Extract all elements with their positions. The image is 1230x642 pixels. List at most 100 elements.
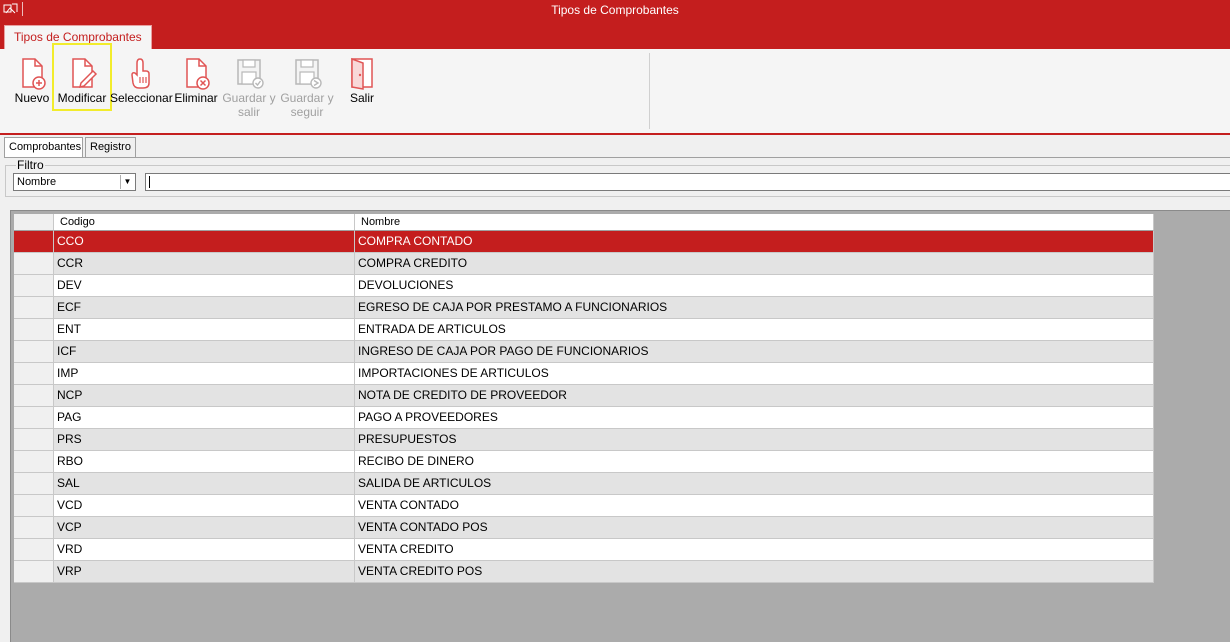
cell-code[interactable]: VCP	[54, 517, 355, 539]
table-row[interactable]: SAL SALIDA DE ARTICULOS	[14, 473, 1154, 495]
table-row[interactable]: CCO COMPRA CONTADO	[14, 231, 1154, 253]
select-button[interactable]: Seleccionar	[110, 53, 173, 123]
filter-search-input[interactable]	[145, 173, 1230, 191]
cell-code[interactable]: ICF	[54, 341, 355, 363]
column-header-code[interactable]: Codigo	[54, 214, 355, 231]
table-row[interactable]: ENT ENTRADA DE ARTICULOS	[14, 319, 1154, 341]
ribbon-group-separator	[649, 53, 650, 129]
table-row[interactable]: VRD VENTA CREDITO	[14, 539, 1154, 561]
row-selector[interactable]	[14, 363, 54, 385]
row-selector[interactable]	[14, 429, 54, 451]
cell-name[interactable]: PAGO A PROVEEDORES	[355, 407, 1154, 429]
table-row[interactable]: CCR COMPRA CREDITO	[14, 253, 1154, 275]
cell-code[interactable]: VRP	[54, 561, 355, 583]
cell-name[interactable]: EGRESO DE CAJA POR PRESTAMO A FUNCIONARI…	[355, 297, 1154, 319]
delete-button[interactable]: Eliminar	[174, 53, 218, 123]
save-continue-button[interactable]: Guardar y seguir	[280, 53, 334, 123]
tab-registro[interactable]: Registro	[85, 137, 136, 157]
exit-label: Salir	[349, 91, 374, 105]
exit-button[interactable]: Salir	[344, 53, 380, 123]
cell-code[interactable]: PAG	[54, 407, 355, 429]
select-label: Seleccionar	[110, 91, 173, 105]
cell-name[interactable]: DEVOLUCIONES	[355, 275, 1154, 297]
save-continue-label-2: seguir	[290, 105, 324, 119]
row-selector[interactable]	[14, 407, 54, 429]
row-selector[interactable]	[14, 495, 54, 517]
text-caret	[149, 176, 150, 188]
new-document-icon	[22, 58, 46, 90]
cell-name[interactable]: ENTRADA DE ARTICULOS	[355, 319, 1154, 341]
cell-code[interactable]: PRS	[54, 429, 355, 451]
row-selector[interactable]	[14, 385, 54, 407]
save-continue-disk-icon	[295, 59, 322, 89]
row-selector[interactable]	[14, 297, 54, 319]
row-selector[interactable]	[14, 517, 54, 539]
title-bar: Tipos de Comprobantes	[0, 0, 1230, 20]
row-selector[interactable]	[14, 275, 54, 297]
cell-name[interactable]: NOTA DE CREDITO DE PROVEEDOR	[355, 385, 1154, 407]
filter-legend: Filtro	[16, 158, 45, 172]
row-selector[interactable]	[14, 253, 54, 275]
filter-group: Filtro Nombre ▼	[5, 158, 1230, 197]
hand-pointer-icon	[131, 58, 150, 89]
save-exit-button[interactable]: Guardar y salir	[222, 53, 276, 123]
modify-label: Modificar	[57, 91, 107, 105]
cell-code[interactable]: ENT	[54, 319, 355, 341]
delete-document-icon	[186, 58, 210, 90]
new-button[interactable]: Nuevo	[12, 53, 52, 123]
table-row[interactable]: ECF EGRESO DE CAJA POR PRESTAMO A FUNCION…	[14, 297, 1154, 319]
table-row[interactable]: VCP VENTA CONTADO POS	[14, 517, 1154, 539]
cell-name[interactable]: COMPRA CONTADO	[355, 231, 1154, 253]
dropdown-arrow-icon[interactable]: ▼	[120, 175, 134, 189]
table-row[interactable]: PAG PAGO A PROVEEDORES	[14, 407, 1154, 429]
modify-button[interactable]: Modificar	[52, 43, 112, 111]
column-header-name[interactable]: Nombre	[355, 214, 1154, 231]
new-label: Nuevo	[14, 91, 50, 105]
table-row[interactable]: DEV DEVOLUCIONES	[14, 275, 1154, 297]
cell-code[interactable]: IMP	[54, 363, 355, 385]
save-exit-label-1: Guardar y	[222, 91, 276, 105]
cell-name[interactable]: VENTA CONTADO	[355, 495, 1154, 517]
cell-name[interactable]: VENTA CREDITO	[355, 539, 1154, 561]
cell-code[interactable]: CCO	[54, 231, 355, 253]
table-row[interactable]: VRP VENTA CREDITO POS	[14, 561, 1154, 583]
cell-code[interactable]: VCD	[54, 495, 355, 517]
row-selector[interactable]	[14, 539, 54, 561]
cell-name[interactable]: SALIDA DE ARTICULOS	[355, 473, 1154, 495]
row-selector[interactable]	[14, 341, 54, 363]
cell-name[interactable]: PRESUPUESTOS	[355, 429, 1154, 451]
ribbon-panel: Nuevo Modificar Seleccionar Eliminar Gua…	[0, 43, 1230, 135]
table-row[interactable]: IMP IMPORTACIONES DE ARTICULOS	[14, 363, 1154, 385]
table-row[interactable]: VCD VENTA CONTADO	[14, 495, 1154, 517]
cell-code[interactable]: DEV	[54, 275, 355, 297]
table-row[interactable]: PRS PRESUPUESTOS	[14, 429, 1154, 451]
cell-code[interactable]: ECF	[54, 297, 355, 319]
row-selector[interactable]	[14, 451, 54, 473]
row-selector[interactable]	[14, 473, 54, 495]
save-continue-label-1: Guardar y	[280, 91, 334, 105]
cell-code[interactable]: CCR	[54, 253, 355, 275]
cell-name[interactable]: IMPORTACIONES DE ARTICULOS	[355, 363, 1154, 385]
ribbon-tab-bar: Tipos de Comprobantes	[0, 20, 1230, 49]
cell-name[interactable]: INGRESO DE CAJA POR PAGO DE FUNCIONARIOS	[355, 341, 1154, 363]
grid-header-row: Codigo Nombre	[14, 214, 1154, 231]
cell-code[interactable]: VRD	[54, 539, 355, 561]
table-row[interactable]: ICF INGRESO DE CAJA POR PAGO DE FUNCIONAR…	[14, 341, 1154, 363]
filter-field-value: Nombre	[17, 176, 57, 188]
cell-code[interactable]: NCP	[54, 385, 355, 407]
table-row[interactable]: NCP NOTA DE CREDITO DE PROVEEDOR	[14, 385, 1154, 407]
tab-comprobantes[interactable]: Comprobantes	[4, 137, 83, 158]
cell-name[interactable]: COMPRA CREDITO	[355, 253, 1154, 275]
cell-code[interactable]: RBO	[54, 451, 355, 473]
row-selector[interactable]	[14, 231, 54, 253]
filter-field-select[interactable]: Nombre ▼	[13, 173, 136, 191]
grid-table: Codigo Nombre CCO COMPRA CONTADO CCR COMPRA…	[14, 214, 1154, 583]
row-selector[interactable]	[14, 561, 54, 583]
row-selector-header[interactable]	[14, 214, 54, 231]
row-selector[interactable]	[14, 319, 54, 341]
cell-name[interactable]: RECIBO DE DINERO	[355, 451, 1154, 473]
table-row[interactable]: RBO RECIBO DE DINERO	[14, 451, 1154, 473]
cell-code[interactable]: SAL	[54, 473, 355, 495]
cell-name[interactable]: VENTA CONTADO POS	[355, 517, 1154, 539]
cell-name[interactable]: VENTA CREDITO POS	[355, 561, 1154, 583]
